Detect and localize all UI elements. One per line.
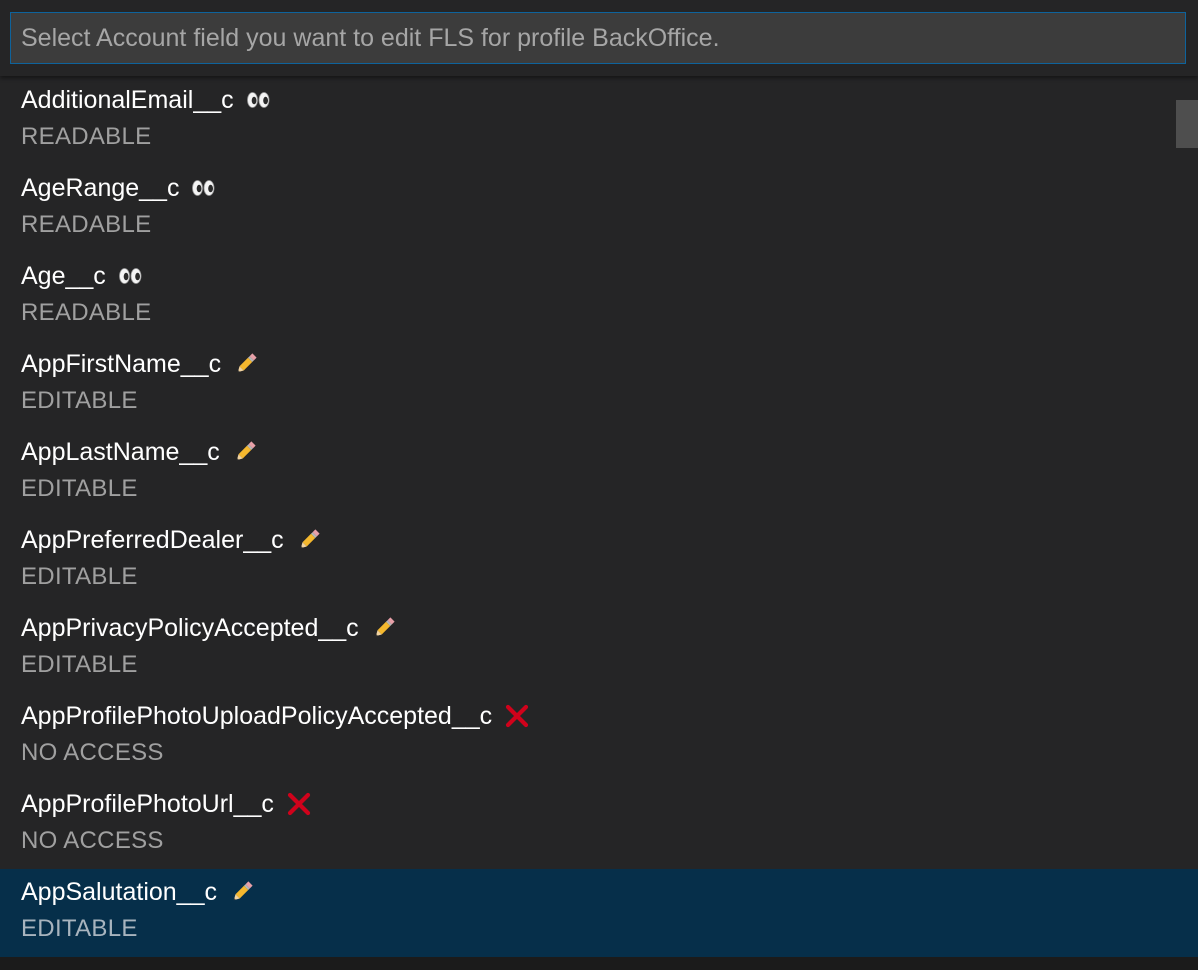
access-level-label: NO ACCESS	[21, 827, 164, 854]
access-level-label: NO ACCESS	[21, 739, 164, 766]
list-item-title: AppPreferredDealer__c	[21, 523, 322, 557]
field-name-label: Age__c	[21, 261, 106, 290]
field-name-label: AppFirstName__c	[21, 349, 222, 378]
eyes-icon	[246, 87, 272, 113]
list-item-selected[interactable]: AppSalutation__c EDITABLE	[0, 869, 1198, 957]
list-item-title: AppProfilePhotoUrl__c	[21, 787, 312, 821]
pencil-icon	[296, 527, 322, 553]
access-level-label: READABLE	[21, 123, 152, 150]
pencil-icon	[371, 615, 397, 641]
list-item-title: AdditionalEmail__c	[21, 83, 272, 117]
pencil-icon	[233, 351, 259, 377]
field-name-label: AgeRange__c	[21, 173, 180, 202]
list-item-title: Age__c	[21, 259, 144, 293]
access-level-label: EDITABLE	[21, 915, 138, 942]
access-level-label: READABLE	[21, 211, 152, 238]
quick-pick-list: AdditionalEmail__c READABLE AgeRange__c …	[0, 77, 1198, 957]
list-item-title: AppPrivacyPolicyAccepted__c	[21, 611, 397, 645]
list-item-title: AppFirstName__c	[21, 347, 259, 381]
list-item[interactable]: AppPreferredDealer__c EDITABLE	[0, 517, 1198, 605]
pencil-icon	[229, 879, 255, 905]
field-name-label: AppProfilePhotoUrl__c	[21, 789, 274, 818]
access-level-label: EDITABLE	[21, 651, 138, 678]
eyes-icon	[191, 175, 217, 201]
field-name-label: AdditionalEmail__c	[21, 85, 234, 114]
access-level-label: EDITABLE	[21, 387, 138, 414]
list-item[interactable]: AppProfilePhotoUploadPolicyAccepted__c N…	[0, 693, 1198, 781]
field-name-label: AppProfilePhotoUploadPolicyAccepted__c	[21, 701, 493, 730]
field-name-label: AppSalutation__c	[21, 877, 217, 906]
quick-pick-search-input[interactable]	[10, 12, 1186, 64]
list-item[interactable]: AppProfilePhotoUrl__c NO ACCESS	[0, 781, 1198, 869]
access-level-label: EDITABLE	[21, 563, 138, 590]
eyes-icon	[118, 263, 144, 289]
pencil-icon	[232, 439, 258, 465]
list-item[interactable]: AppLastName__c EDITABLE	[0, 429, 1198, 517]
quick-pick-input-container	[0, 0, 1198, 76]
field-name-label: AppLastName__c	[21, 437, 220, 466]
widget-bottom-edge	[0, 957, 1198, 970]
list-scrollbar-thumb[interactable]	[1176, 100, 1198, 148]
list-item-title: AppSalutation__c	[21, 875, 255, 909]
list-item-title: AppLastName__c	[21, 435, 258, 469]
field-name-label: AppPrivacyPolicyAccepted__c	[21, 613, 359, 642]
field-name-label: AppPreferredDealer__c	[21, 525, 284, 554]
cross-mark-icon	[286, 791, 312, 817]
list-item[interactable]: AppPrivacyPolicyAccepted__c EDITABLE	[0, 605, 1198, 693]
cross-mark-icon	[504, 703, 530, 729]
access-level-label: EDITABLE	[21, 475, 138, 502]
list-item[interactable]: AdditionalEmail__c READABLE	[0, 77, 1198, 165]
list-item[interactable]: AgeRange__c READABLE	[0, 165, 1198, 253]
list-item-title: AppProfilePhotoUploadPolicyAccepted__c	[21, 699, 530, 733]
access-level-label: READABLE	[21, 299, 152, 326]
list-item[interactable]: Age__c READABLE	[0, 253, 1198, 341]
list-item[interactable]: AppFirstName__c EDITABLE	[0, 341, 1198, 429]
list-item-title: AgeRange__c	[21, 171, 217, 205]
quick-pick-widget: AdditionalEmail__c READABLE AgeRange__c …	[0, 0, 1198, 970]
